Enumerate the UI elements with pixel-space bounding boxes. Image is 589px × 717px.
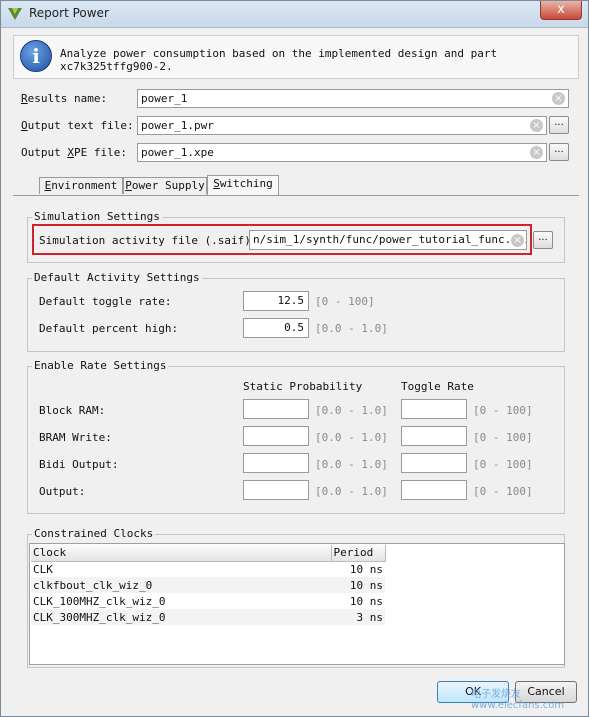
block-ram-toggle-input[interactable]: [401, 399, 467, 419]
table-header-row: Clock Period: [31, 545, 386, 562]
clock-period: 10 ns: [349, 578, 383, 592]
output-xpe-file-value: power_1.xpe: [141, 146, 214, 159]
clear-icon[interactable]: ×: [530, 146, 543, 159]
default-toggle-rate-range: [0 - 100]: [315, 295, 375, 308]
clock-period: 10 ns: [349, 562, 383, 576]
constrained-clocks-title: Constrained Clocks: [32, 527, 156, 540]
clear-icon[interactable]: ×: [552, 92, 565, 105]
table-row[interactable]: clkfbout_clk_wiz_0 10 ns: [31, 577, 385, 593]
tab-switching[interactable]: Switching: [207, 175, 279, 196]
output-toggle-range: [0 - 100]: [473, 485, 533, 498]
bidi-output-static-range: [0.0 - 1.0]: [315, 458, 388, 471]
tab-power-supply[interactable]: Power Supply: [123, 177, 207, 194]
output-static-input[interactable]: [243, 480, 309, 500]
output-text-file-value: power_1.pwr: [141, 119, 214, 132]
period-column-header[interactable]: Period: [331, 545, 386, 562]
report-power-dialog: Report Power x i Analyze power consumpti…: [0, 0, 589, 717]
clock-period: 3 ns: [356, 610, 384, 624]
default-activity-settings-group: Default Activity Settings: [27, 271, 565, 352]
block-ram-static-input[interactable]: [243, 399, 309, 419]
results-name-value: power_1: [141, 92, 188, 105]
simulation-activity-file-input[interactable]: n/sim_1/synth/func/power_tutorial_func.s…: [249, 230, 527, 250]
info-icon: i: [20, 40, 52, 72]
simulation-activity-file-value: n/sim_1/synth/func/power_tutorial_func.s…: [253, 233, 527, 246]
bram-write-toggle-range: [0 - 100]: [473, 431, 533, 444]
bidi-output-label: Bidi Output:: [39, 458, 119, 471]
clock-name: CLK_300MHZ_clk_wiz_0: [33, 610, 166, 624]
output-text-file-input[interactable]: power_1.pwr ×: [137, 116, 547, 135]
clocks-table: Clock Period CLK 10 ns clkfbout_clk_wiz_…: [31, 545, 386, 625]
tab-bar: Environment Power Supply Switching: [13, 175, 577, 196]
block-ram-label: Block RAM:: [39, 404, 106, 417]
info-banner: i Analyze power consumption based on the…: [13, 35, 579, 79]
clock-name: CLK_100MHZ_clk_wiz_0: [33, 594, 166, 608]
block-ram-toggle-range: [0 - 100]: [473, 404, 533, 417]
output-xpe-file-input[interactable]: power_1.xpe ×: [137, 143, 547, 162]
block-ram-static-range: [0.0 - 1.0]: [315, 404, 388, 417]
default-toggle-rate-label: Default toggle rate:: [39, 295, 172, 308]
clock-column-header[interactable]: Clock: [31, 545, 332, 562]
simulation-activity-file-label: Simulation activity file (.saif):: [39, 234, 258, 247]
clear-icon[interactable]: ×: [511, 234, 524, 247]
results-name-input[interactable]: power_1 ×: [137, 89, 569, 108]
window-title: Report Power: [29, 6, 109, 20]
simulation-settings-title: Simulation Settings: [32, 210, 162, 223]
output-label: Output:: [39, 485, 86, 498]
browse-output-text-button[interactable]: ...: [549, 116, 569, 134]
clock-period: 10 ns: [349, 594, 383, 608]
browse-output-xpe-button[interactable]: ...: [549, 143, 569, 161]
close-button[interactable]: x: [540, 1, 582, 20]
default-percent-high-input[interactable]: 0.5: [243, 318, 309, 338]
output-text-file-label: Output text file:: [21, 119, 134, 132]
default-toggle-rate-input[interactable]: 12.5: [243, 291, 309, 311]
vivado-logo-icon: [8, 8, 22, 20]
bram-write-static-range: [0.0 - 1.0]: [315, 431, 388, 444]
clock-name: clkfbout_clk_wiz_0: [33, 578, 153, 592]
close-icon: x: [557, 2, 565, 17]
bidi-output-static-input[interactable]: [243, 453, 309, 473]
default-percent-high-range: [0.0 - 1.0]: [315, 322, 388, 335]
output-static-range: [0.0 - 1.0]: [315, 485, 388, 498]
clear-icon[interactable]: ×: [530, 119, 543, 132]
table-row[interactable]: CLK 10 ns: [31, 561, 385, 577]
results-name-label: Results name:: [21, 92, 108, 105]
default-activity-settings-title: Default Activity Settings: [32, 271, 202, 284]
default-percent-high-label: Default percent high:: [39, 322, 179, 335]
bidi-output-toggle-input[interactable]: [401, 453, 467, 473]
bram-write-static-input[interactable]: [243, 426, 309, 446]
title-bar: Report Power x: [1, 1, 588, 28]
info-text: Analyze power consumption based on the i…: [60, 47, 498, 73]
static-probability-header: Static Probability: [243, 380, 363, 393]
table-row[interactable]: CLK_300MHZ_clk_wiz_0 3 ns: [31, 609, 385, 625]
watermark-text: 电子发烧友 www.elecfans.com: [471, 689, 565, 711]
bram-write-toggle-input[interactable]: [401, 426, 467, 446]
bram-write-label: BRAM Write:: [39, 431, 112, 444]
output-xpe-file-label: Output XPE file:: [21, 146, 127, 159]
bidi-output-toggle-range: [0 - 100]: [473, 458, 533, 471]
toggle-rate-header: Toggle Rate: [401, 380, 474, 393]
clock-name: CLK: [33, 562, 53, 576]
table-row[interactable]: CLK_100MHZ_clk_wiz_0 10 ns: [31, 593, 385, 609]
output-toggle-input[interactable]: [401, 480, 467, 500]
enable-rate-settings-title: Enable Rate Settings: [32, 359, 169, 372]
browse-saif-button[interactable]: ...: [533, 231, 553, 249]
tab-environment[interactable]: Environment: [39, 177, 123, 194]
